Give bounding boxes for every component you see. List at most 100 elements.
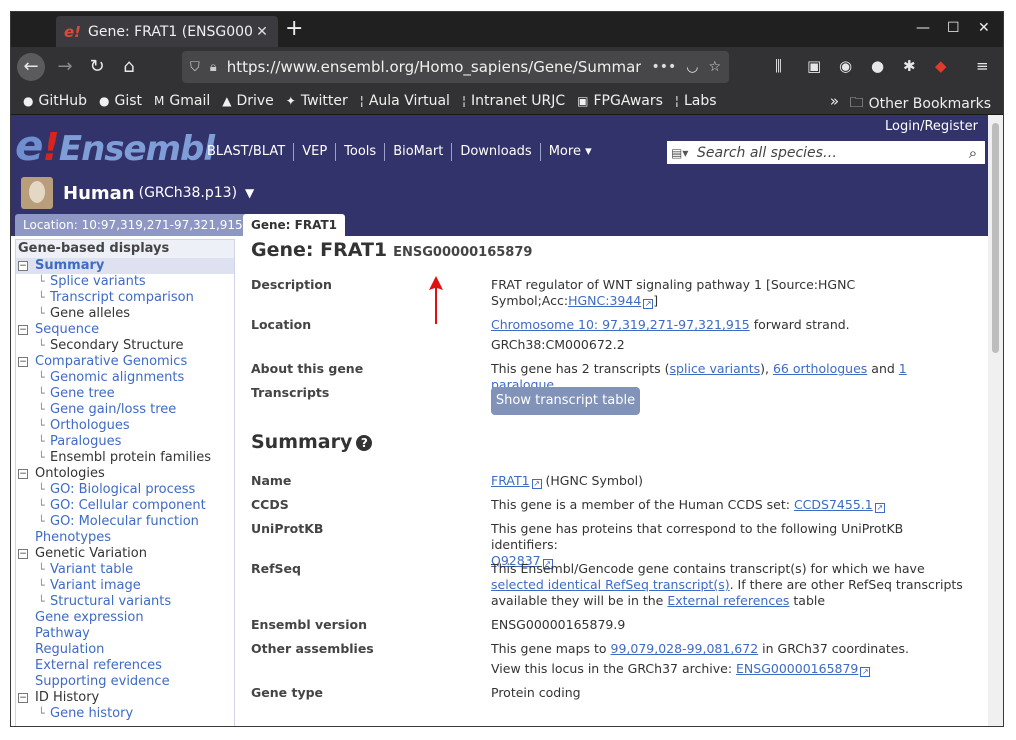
nav-more[interactable]: More ▾ [541, 143, 600, 161]
menu-icon[interactable]: ≡ [976, 57, 989, 75]
search-icon[interactable]: ⌕ [961, 144, 985, 162]
collapse-toggle-icon[interactable]: − [18, 693, 28, 703]
chevron-down-icon[interactable]: ▼ [245, 186, 254, 200]
sidebar-item[interactable]: └ Gene tree [16, 386, 234, 402]
scrollbar-thumb[interactable] [992, 123, 999, 353]
sidebar-item: − Genetic Variation [16, 546, 234, 562]
account-icon[interactable]: ◉ [839, 57, 852, 75]
grch37-coordinates-link[interactable]: 99,079,028-99,081,672 [611, 641, 759, 656]
maximize-button[interactable]: ☐ [947, 20, 960, 36]
refseq-transcripts-link[interactable]: selected identical RefSeq transcript(s) [491, 577, 730, 592]
nav-vep[interactable]: VEP [294, 143, 337, 161]
ensembl-logo[interactable]: e!Ensembl [15, 121, 215, 170]
nav-downloads[interactable]: Downloads [452, 143, 541, 161]
sidebar-icon[interactable]: ▣ [807, 57, 821, 75]
sidebar-item[interactable]: └ Gene gain/loss tree [16, 402, 234, 418]
collapse-toggle-icon[interactable]: − [18, 549, 28, 559]
bookmark-item[interactable]: ¦ Labs [675, 93, 717, 109]
hgnc-link[interactable]: HGNC:3944 [568, 293, 641, 308]
back-button[interactable]: ← [17, 53, 45, 81]
bookmark-item[interactable]: ▣ FPGAwars [577, 93, 663, 109]
url-bar[interactable]: ⛉ 🔒︎ https://www.ensembl.org/Homo_sapien… [182, 51, 729, 83]
grch37-archive-link[interactable]: ENSG00000165879 [736, 661, 858, 676]
sidebar-item[interactable]: Supporting evidence [16, 674, 234, 690]
tab-close-icon[interactable]: ✕ [254, 24, 270, 40]
sidebar-item[interactable]: └ GO: Molecular function [16, 514, 234, 530]
pocket-icon[interactable]: ◡ [686, 59, 698, 75]
ccds-link[interactable]: CCDS7455.1 [794, 497, 873, 512]
orthologues-link[interactable]: 66 orthologues [773, 361, 867, 376]
bookmark-star-icon[interactable]: ☆ [708, 59, 721, 75]
chromosome-location-link[interactable]: Chromosome 10: 97,319,271-97,321,915 [491, 317, 750, 332]
sidebar-item[interactable]: └ Genomic alignments [16, 370, 234, 386]
bookmarks-overflow-icon[interactable]: » [830, 92, 839, 110]
bookmark-label: Labs [683, 92, 717, 109]
bookmark-item[interactable]: ● GitHub [23, 93, 87, 109]
gnome-extension-icon[interactable]: ✱ [903, 57, 916, 75]
search-input[interactable]: Search all species… [697, 145, 961, 161]
sidebar-item[interactable]: − Summary [16, 258, 234, 274]
tab-gene[interactable]: Gene: FRAT1 [243, 214, 345, 236]
sidebar-item[interactable]: └ GO: Cellular component [16, 498, 234, 514]
new-tab-button[interactable]: + [285, 17, 303, 41]
frat1-link[interactable]: FRAT1 [491, 473, 530, 488]
collapse-toggle-icon[interactable]: − [18, 261, 28, 271]
sidebar-item-label: ID History [35, 690, 100, 705]
collapse-toggle-icon[interactable]: − [18, 469, 28, 479]
sidebar-item[interactable]: Regulation [16, 642, 234, 658]
library-icon[interactable]: ⫼ [775, 57, 782, 75]
sidebar-item[interactable]: Pathway [16, 626, 234, 642]
page-scrollbar[interactable] [988, 115, 1003, 726]
sidebar-item[interactable]: └ GO: Biological process [16, 482, 234, 498]
sidebar-item[interactable]: Phenotypes [16, 530, 234, 546]
sidebar-item[interactable]: └ Variant image [16, 578, 234, 594]
sidebar-item[interactable]: − Sequence [16, 322, 234, 338]
lock-icon[interactable]: 🔒︎ [210, 60, 217, 75]
browser-tab[interactable]: e! Gene: FRAT1 (ENSG0000 ✕ [56, 16, 278, 47]
shield-icon[interactable]: ⛉ [190, 60, 200, 75]
sidebar-item-label: Orthologues [50, 418, 130, 433]
sidebar-item[interactable]: └ Variant table [16, 562, 234, 578]
page-actions-icon[interactable]: ••• [651, 59, 676, 75]
sidebar-item[interactable]: └ Orthologues [16, 418, 234, 434]
bookmark-item[interactable]: ▲ Drive [222, 93, 274, 109]
species-search[interactable]: ▤▾ Search all species… ⌕ [667, 141, 985, 164]
close-window-button[interactable]: ✕ [978, 20, 990, 36]
reload-button[interactable]: ↻ [83, 53, 111, 81]
annotation-arrow-icon [429, 276, 443, 324]
bookmark-item[interactable]: ✦ Twitter [286, 93, 348, 109]
nav-biomart[interactable]: BioMart [385, 143, 453, 161]
splice-variants-link[interactable]: splice variants [670, 361, 761, 376]
extension-icon[interactable]: ◆ [935, 57, 947, 75]
url-text[interactable]: https://www.ensembl.org/Homo_sapiens/Gen… [227, 58, 642, 76]
github-extension-icon[interactable]: ● [871, 57, 884, 75]
show-transcript-table-button[interactable]: Show transcript table [491, 387, 640, 415]
nav-blast[interactable]: BLAST/BLAT [199, 143, 295, 161]
bookmark-item[interactable]: ¦ Aula Virtual [360, 93, 450, 109]
sidebar-item-label: Phenotypes [35, 530, 112, 545]
other-bookmarks-folder[interactable]: 🗀︎ Other Bookmarks [850, 92, 991, 116]
sidebar-item[interactable]: └ Structural variants [16, 594, 234, 610]
tab-location[interactable]: Location: 10:97,319,271-97,321,915 [15, 214, 251, 236]
sidebar-item[interactable]: Gene expression [16, 610, 234, 626]
bookmark-item[interactable]: ● Gist [99, 93, 142, 109]
collapse-toggle-icon[interactable]: − [18, 357, 28, 367]
species-selector-icon[interactable]: ▤▾ [667, 146, 697, 160]
sidebar-item[interactable]: └ Splice variants [16, 274, 234, 290]
home-button[interactable]: ⌂ [115, 53, 143, 81]
collapse-toggle-icon[interactable]: − [18, 325, 28, 335]
minimize-button[interactable]: — [916, 20, 930, 36]
external-references-link[interactable]: External references [667, 593, 789, 608]
sidebar-item[interactable]: External references [16, 658, 234, 674]
bookmark-item[interactable]: M Gmail [154, 93, 210, 109]
forward-button[interactable]: → [51, 53, 79, 81]
help-icon[interactable]: ? [356, 435, 373, 451]
sidebar-item[interactable]: └ Transcript comparison [16, 290, 234, 306]
nav-tools[interactable]: Tools [336, 143, 386, 161]
bookmark-item[interactable]: ¦ Intranet URJC [462, 93, 565, 109]
login-register-link[interactable]: Login/Register [885, 119, 978, 134]
sidebar-item[interactable]: − Comparative Genomics [16, 354, 234, 370]
species-name[interactable]: Human [63, 183, 135, 204]
sidebar-item[interactable]: └ Paralogues [16, 434, 234, 450]
sidebar-item[interactable]: └ Gene history [16, 706, 234, 722]
